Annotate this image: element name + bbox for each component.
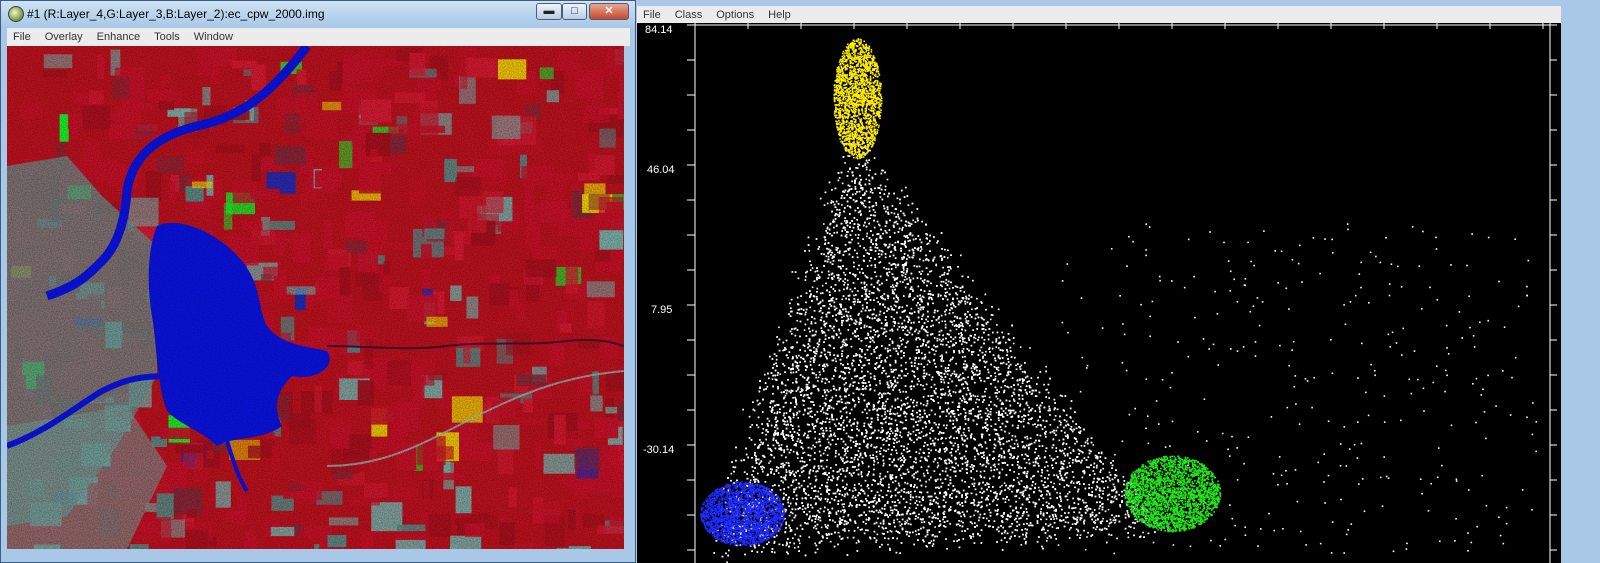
scatter-plot-window: File Class Options Help 84.14 46.04 7.95… (635, 0, 1600, 563)
y-tick-label: 46.04 (647, 164, 675, 176)
image-window: #1 (R:Layer_4,G:Layer_3,B:Layer_2):ec_cp… (0, 0, 637, 563)
y-tick-label: -30.14 (643, 444, 674, 456)
menu-enhance[interactable]: Enhance (91, 31, 146, 43)
window-title: #1 (R:Layer_4,G:Layer_3,B:Layer_2):ec_cp… (27, 7, 325, 21)
y-tick-label: 84.14 (645, 24, 673, 36)
image-window-titlebar[interactable]: #1 (R:Layer_4,G:Layer_3,B:Layer_2):ec_cp… (1, 1, 636, 26)
close-button[interactable]: ✕ (589, 3, 629, 20)
app-globe-icon (8, 6, 24, 22)
false-color-satellite-image[interactable] (7, 46, 624, 549)
y-tick-label: 7.95 (651, 304, 672, 316)
minimize-button[interactable]: ▬ (536, 3, 562, 20)
menu-options[interactable]: Options (710, 9, 760, 21)
menu-class[interactable]: Class (669, 9, 709, 21)
maximize-button[interactable]: □ (562, 3, 587, 20)
scatter-menubar: File Class Options Help (637, 6, 1561, 24)
menu-tools[interactable]: Tools (148, 31, 186, 43)
menu-window[interactable]: Window (188, 31, 239, 43)
menu-file[interactable]: File (7, 31, 37, 43)
menu-overlay[interactable]: Overlay (39, 31, 89, 43)
menu-file[interactable]: File (637, 9, 667, 21)
menu-help[interactable]: Help (762, 9, 797, 21)
scatter-point-cloud (700, 38, 1538, 563)
image-menubar: File Overlay Enhance Tools Window (7, 28, 630, 46)
scatter-plot[interactable]: 84.14 46.04 7.95 -30.14 (637, 23, 1561, 563)
